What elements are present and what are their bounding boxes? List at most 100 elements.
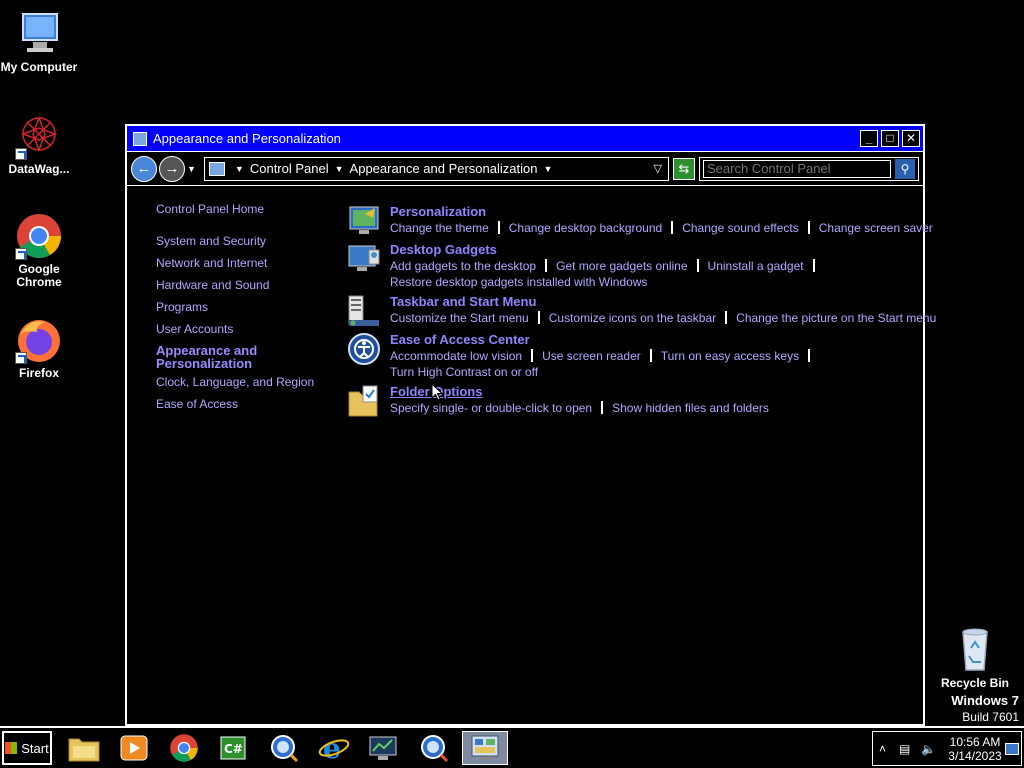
close-button[interactable]: ✕ — [902, 130, 920, 147]
breadcrumb-control-panel[interactable]: Control Panel — [250, 161, 329, 176]
taskbar-start-menu-icon — [347, 294, 381, 328]
link-change-theme[interactable]: Change the theme — [390, 220, 489, 236]
start-button[interactable]: Start — [2, 731, 52, 765]
desktop-icon-datawag[interactable]: DataWag... — [0, 112, 78, 176]
link-separator — [545, 259, 548, 272]
link-separator — [601, 401, 604, 414]
refresh-icon: ⇆ — [678, 160, 690, 176]
taskbar-internet-explorer[interactable]: e — [316, 732, 352, 764]
link-separator — [537, 311, 540, 324]
taskbar-magnifier-app-1[interactable] — [266, 732, 302, 764]
nav-control-panel-home[interactable]: Control Panel Home — [156, 202, 264, 216]
desktop-icon-my-computer[interactable]: My Computer — [0, 10, 78, 74]
nav-programs[interactable]: Programs — [156, 300, 208, 314]
desktop-icon-label: My Computer — [0, 60, 78, 74]
personalization-heading[interactable]: Personalization — [390, 204, 486, 219]
link-separator — [649, 349, 652, 362]
link-customize-taskbar-icons[interactable]: Customize icons on the taskbar — [549, 310, 716, 326]
link-change-start-menu-picture[interactable]: Change the picture on the Start menu — [736, 310, 936, 326]
link-use-screen-reader[interactable]: Use screen reader — [542, 348, 641, 364]
link-add-gadgets[interactable]: Add gadgets to the desktop — [390, 258, 536, 274]
link-restore-gadgets[interactable]: Restore desktop gadgets installed with W… — [390, 274, 647, 290]
arrow-right-icon: → — [164, 160, 180, 177]
link-change-sound-effects[interactable]: Change sound effects — [682, 220, 799, 236]
show-desktop-icon[interactable] — [1005, 743, 1019, 755]
forward-button[interactable]: → — [159, 155, 185, 182]
csharp-icon: C# — [220, 736, 246, 760]
mouse-cursor-icon — [431, 383, 443, 401]
search-icon[interactable]: ⚲ — [895, 158, 915, 179]
link-change-screen-saver[interactable]: Change screen saver — [819, 220, 933, 236]
control-panel-icon — [208, 161, 225, 176]
breadcrumb-separator-icon[interactable]: ▼ — [543, 164, 552, 174]
breadcrumb-separator-icon[interactable]: ▼ — [235, 164, 244, 174]
nav-clock-language-region[interactable]: Clock, Language, and Region — [156, 375, 314, 389]
network-icon[interactable]: ▤ — [899, 742, 910, 756]
start-label: Start — [21, 740, 49, 756]
nav-hardware-and-sound[interactable]: Hardware and Sound — [156, 278, 269, 292]
taskbar-control-panel-active[interactable] — [462, 731, 508, 765]
nav-user-accounts[interactable]: User Accounts — [156, 322, 233, 336]
desktop-icon-recycle-bin[interactable]: Recycle Bin — [936, 626, 1014, 690]
desktop-gadgets-icon — [347, 242, 381, 276]
search-input[interactable] — [703, 159, 891, 178]
svg-text:C#: C# — [224, 742, 243, 756]
link-single-double-click[interactable]: Specify single- or double-click to open — [390, 400, 592, 416]
link-separator — [531, 349, 534, 362]
taskbar-media-player[interactable] — [116, 732, 152, 764]
refresh-button[interactable]: ⇆ — [673, 157, 695, 180]
navigation-bar: ← → ▼ ▼ Control Panel ▼ Appearance and P… — [127, 152, 923, 186]
link-high-contrast[interactable]: Turn High Contrast on or off — [390, 364, 538, 380]
address-bar[interactable]: ▼ Control Panel ▼ Appearance and Persona… — [203, 156, 669, 181]
windows-watermark: Windows 7 Build 7601 — [951, 693, 1019, 724]
nav-ease-of-access[interactable]: Ease of Access — [156, 397, 238, 411]
link-uninstall-gadget[interactable]: Uninstall a gadget — [708, 258, 804, 274]
clock-date: 3/14/2023 — [948, 749, 1002, 763]
shortcut-arrow-icon — [15, 148, 27, 160]
clock[interactable]: 10:56 AM 3/14/2023 — [945, 735, 1005, 763]
link-get-more-gadgets[interactable]: Get more gadgets online — [556, 258, 687, 274]
taskbar-magnifier-app-2[interactable] — [416, 732, 452, 764]
watermark-line2: Build 7601 — [962, 710, 1019, 724]
link-change-desktop-background[interactable]: Change desktop background — [509, 220, 662, 236]
control-panel-icon — [471, 735, 499, 760]
ease-of-access-icon — [347, 332, 381, 366]
windows-logo-icon — [5, 742, 18, 754]
nav-network-and-internet[interactable]: Network and Internet — [156, 256, 267, 270]
link-accommodate-low-vision[interactable]: Accommodate low vision — [390, 348, 522, 364]
breadcrumb-appearance[interactable]: Appearance and Personalization — [350, 161, 538, 176]
window-title: Appearance and Personalization — [153, 131, 341, 146]
breadcrumb-separator-icon[interactable]: ▼ — [335, 164, 344, 174]
taskbar-csharp-editor[interactable]: C# — [216, 732, 252, 764]
datawag-icon — [15, 112, 63, 160]
desktop-icon-firefox[interactable]: Firefox — [0, 316, 78, 380]
taskbar-system-monitor[interactable] — [366, 732, 402, 764]
media-player-icon — [120, 735, 148, 761]
nav-system-and-security[interactable]: System and Security — [156, 234, 266, 248]
taskbar-start-menu-heading[interactable]: Taskbar and Start Menu — [390, 294, 536, 309]
nav-appearance-and-personalization[interactable]: Appearance and Personalization — [156, 344, 266, 370]
address-history-dropdown-icon[interactable]: ▽ — [654, 162, 662, 175]
computer-icon — [15, 10, 63, 58]
taskbar: Start C# e ˄ ▤ 🔈 10:56 AM 3/14/2023 — [0, 726, 1024, 768]
volume-icon[interactable]: 🔈 — [921, 742, 936, 756]
back-button[interactable]: ← — [131, 155, 157, 182]
minimize-button[interactable]: _ — [860, 130, 878, 147]
taskbar-explorer[interactable] — [66, 732, 102, 764]
control-panel-icon — [133, 131, 147, 146]
desktop-gadgets-heading[interactable]: Desktop Gadgets — [390, 242, 497, 257]
link-customize-start-menu[interactable]: Customize the Start menu — [390, 310, 529, 326]
clock-time: 10:56 AM — [949, 735, 1001, 749]
desktop-icon-label: Google Chrome — [16, 262, 62, 289]
magnifier-icon — [271, 735, 299, 763]
link-separator — [808, 349, 811, 362]
recent-pages-dropdown-icon[interactable]: ▼ — [187, 164, 196, 174]
maximize-button[interactable]: □ — [881, 130, 899, 147]
link-show-hidden-files[interactable]: Show hidden files and folders — [612, 400, 769, 416]
title-bar[interactable]: Appearance and Personalization _ □ ✕ — [127, 126, 923, 152]
desktop-icon-google-chrome[interactable]: Google Chrome — [0, 212, 78, 289]
taskbar-chrome[interactable] — [166, 732, 202, 764]
link-easy-access-keys[interactable]: Turn on easy access keys — [661, 348, 799, 364]
show-hidden-icons-chevron-icon[interactable]: ˄ — [879, 742, 886, 756]
ease-of-access-heading[interactable]: Ease of Access Center — [390, 332, 530, 347]
